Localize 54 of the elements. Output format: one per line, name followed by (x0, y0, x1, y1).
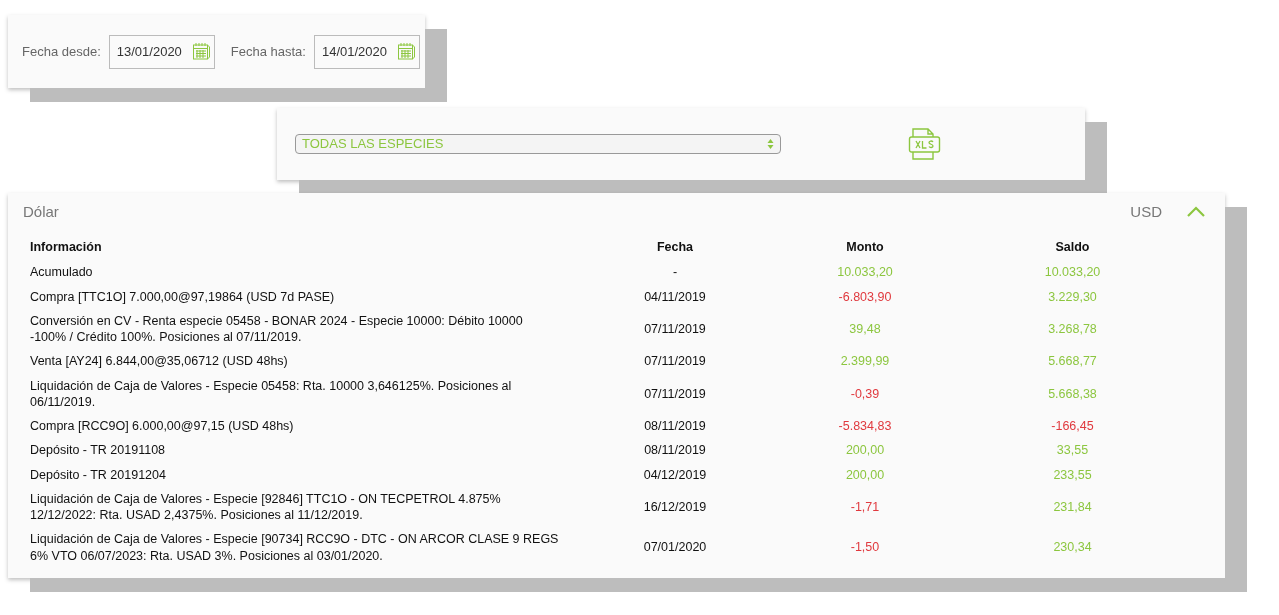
balance-cell: 230,34 (1053, 540, 1092, 555)
amount-cell: -5.834,83 (838, 419, 892, 433)
date-cell: 16/12/2019 (643, 499, 707, 514)
description-cell: Compra [TTC1O] 7.000,00@97,19864 (USD 7d PASE) (30, 288, 335, 305)
balance-cell: 3.268,78 (1048, 321, 1097, 336)
date-cell: 07/11/2019 (644, 386, 706, 401)
date-from-label: Fecha desde: (22, 42, 101, 61)
balance-cell: -166,45 (1051, 419, 1094, 433)
sort-arrows-icon (767, 138, 774, 150)
date-cell: 08/11/2019 (644, 443, 706, 458)
balance-cell: 3.229,30 (1048, 289, 1097, 304)
column-header: Monto (846, 239, 884, 254)
amount-cell: -6.803,90 (838, 289, 892, 304)
date-cell: 04/12/2019 (643, 467, 707, 482)
description-cell: Compra [RCC9O] 6.000,00@97,15 (USD 48hs) (30, 418, 294, 435)
column-header: Información (30, 239, 102, 254)
currency-label: USD (1130, 202, 1162, 222)
description-cell: Liquidación de Caja de Valores - Especie [90734] RCC9O - DTC - ON ARCOR CLASE 9 REGS 6% VTO 06/07/2023: Rta. USAD 3%. Posiciones al 03/01/2020. (30, 531, 560, 564)
amount-cell: 2.399,99 (840, 354, 890, 369)
date-cell: - (672, 265, 678, 280)
balance-cell: 5.668,77 (1048, 354, 1097, 369)
date-to-label: Fecha hasta: (230, 42, 306, 61)
amount-cell: 200,00 (845, 467, 885, 482)
description-cell-text: Liquidación de Caja de Valores - Especie [92846] TTC1O - ON TECPETROL 4.875% 12/12/2022: Rta. USAD 2,4375%. Posiciones al 11/12/2019. (30, 490, 502, 524)
balance-cell: 5.668,38 (1048, 386, 1097, 401)
column-header: Fecha (656, 239, 694, 254)
date-to-field[interactable]: 14/01/2020 (313, 34, 420, 69)
amount-cell: -0,39 (850, 386, 880, 401)
amount-cell: -1,50 (850, 540, 880, 555)
amount-cell: 200,00 (845, 443, 885, 458)
spreadsheet-file-icon[interactable] (907, 128, 941, 160)
date-cell: 04/11/2019 (644, 289, 706, 304)
calendar-icon[interactable] (396, 41, 415, 61)
date-cell: 08/11/2019 (644, 419, 706, 433)
description-cell-text: Conversión en CV - Renta especie 05458 - BONAR 2024 - Especie 10000: Débito 10000 -100% / Crédito 100%. Posiciones al 07/11/2019. (30, 312, 524, 346)
column-header: Saldo (1055, 239, 1090, 254)
balance-cell: 33,55 (1056, 443, 1089, 458)
date-cell: 07/11/2019 (644, 321, 706, 336)
description-cell: Depósito - TR 20191204 (30, 466, 166, 483)
amount-cell: 39,48 (849, 321, 881, 336)
balance-cell: 231,84 (1053, 499, 1092, 514)
date-cell: 07/11/2019 (644, 354, 706, 369)
description-cell: Acumulado (30, 264, 93, 281)
description-cell: Venta [AY24] 6.844,00@35,06712 (USD 48hs) (30, 353, 288, 370)
calendar-icon[interactable] (191, 41, 210, 61)
date-from-field[interactable]: 13/01/2020 (108, 34, 215, 69)
description-cell-text: Liquidación de Caja de Valores - Especie 05458: Rta. 10000 3,646125%. Posiciones al 06/11/2019. (30, 377, 513, 410)
date-cell: 07/01/2020 (643, 540, 707, 555)
balance-cell: 233,55 (1053, 467, 1092, 482)
section-title: Dólar (23, 202, 60, 222)
amount-cell: -1,71 (850, 499, 880, 514)
amount-cell: 10.033,20 (837, 265, 893, 280)
balance-cell: 10.033,20 (1044, 265, 1101, 280)
description-cell: Depósito - TR 20191108 (30, 442, 166, 459)
